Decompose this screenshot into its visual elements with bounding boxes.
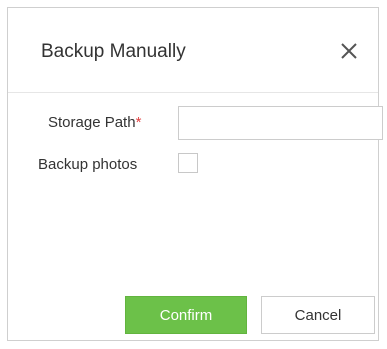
backup-dialog: Backup Manually Storage Path* Backup pho…: [7, 7, 383, 341]
required-mark: *: [135, 114, 142, 131]
dialog-title: Backup Manually: [41, 41, 186, 62]
cancel-button[interactable]: Cancel: [261, 296, 375, 334]
backup-photos-checkbox[interactable]: [178, 153, 198, 173]
backup-photos-label: Backup photos: [38, 156, 138, 173]
close-icon[interactable]: [338, 40, 360, 62]
confirm-button[interactable]: Confirm: [125, 296, 247, 334]
storage-path-label: Storage Path*: [48, 114, 142, 131]
storage-path-input[interactable]: [178, 106, 383, 140]
dialog-header: Backup Manually: [8, 8, 378, 93]
